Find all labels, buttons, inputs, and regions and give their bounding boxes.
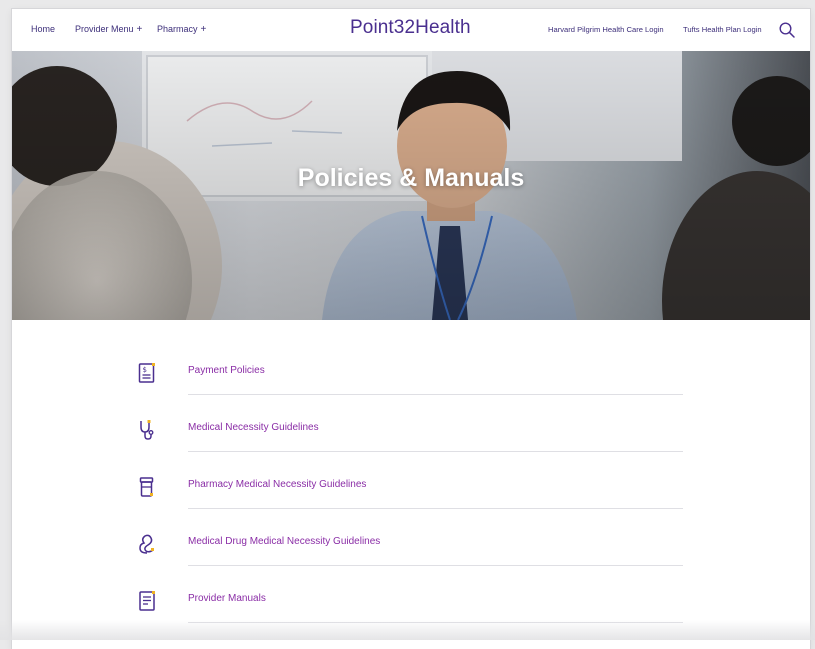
plus-icon: +: [136, 24, 143, 35]
manual-document-icon: [139, 591, 155, 611]
list-item-pharmacy-medical-necessity-guidelines[interactable]: Pharmacy Medical Necessity Guidelines: [137, 462, 683, 519]
nav-home-label: Home: [31, 24, 56, 34]
hero-title: Policies & Manuals: [297, 164, 525, 192]
nav-provider-menu-label: Provider Menu: [75, 24, 134, 34]
list-item-payment-policies[interactable]: $ Payment Policies: [137, 348, 683, 405]
bottom-fade: [0, 620, 815, 640]
medical-ribbon-icon: [139, 534, 154, 554]
document-dollar-icon: $: [138, 363, 155, 383]
stethoscope-icon: [140, 420, 154, 440]
harvard-pilgrim-login-link[interactable]: Harvard Pilgrim Health Care Login: [548, 25, 664, 34]
site-logo[interactable]: Point32Health: [350, 17, 471, 39]
list-item-label: Medical Necessity Guidelines: [188, 422, 319, 433]
divider: [188, 508, 683, 509]
divider: [188, 394, 683, 395]
policy-links-list: $ Payment Policies Medical Necessity Gui…: [137, 348, 683, 633]
hero-banner: Policies & Manuals: [12, 51, 810, 320]
nav-pharmacy[interactable]: Pharmacy +: [157, 24, 206, 35]
list-item-label: Provider Manuals: [188, 593, 266, 604]
list-item-label: Pharmacy Medical Necessity Guidelines: [188, 479, 367, 490]
list-item-label: Medical Drug Medical Necessity Guideline…: [188, 536, 381, 547]
divider: [188, 451, 683, 452]
pill-bottle-icon: [139, 477, 154, 497]
nav-provider-menu[interactable]: Provider Menu +: [75, 24, 142, 35]
nav-pharmacy-label: Pharmacy: [157, 24, 198, 34]
site-header: Home Provider Menu + Pharmacy + Point32Hea…: [12, 9, 810, 51]
list-item-label: Payment Policies: [188, 365, 265, 376]
list-item-medical-necessity-guidelines[interactable]: Medical Necessity Guidelines: [137, 405, 683, 462]
svg-text:$: $: [143, 366, 147, 374]
page: Home Provider Menu + Pharmacy + Point32Hea…: [12, 9, 810, 649]
plus-icon: +: [200, 24, 207, 35]
search-icon[interactable]: [778, 21, 796, 39]
list-item-medical-drug-medical-necessity-guidelines[interactable]: Medical Drug Medical Necessity Guideline…: [137, 519, 683, 576]
divider: [188, 565, 683, 566]
tufts-health-plan-login-link[interactable]: Tufts Health Plan Login: [683, 25, 762, 34]
nav-home[interactable]: Home: [31, 24, 55, 34]
